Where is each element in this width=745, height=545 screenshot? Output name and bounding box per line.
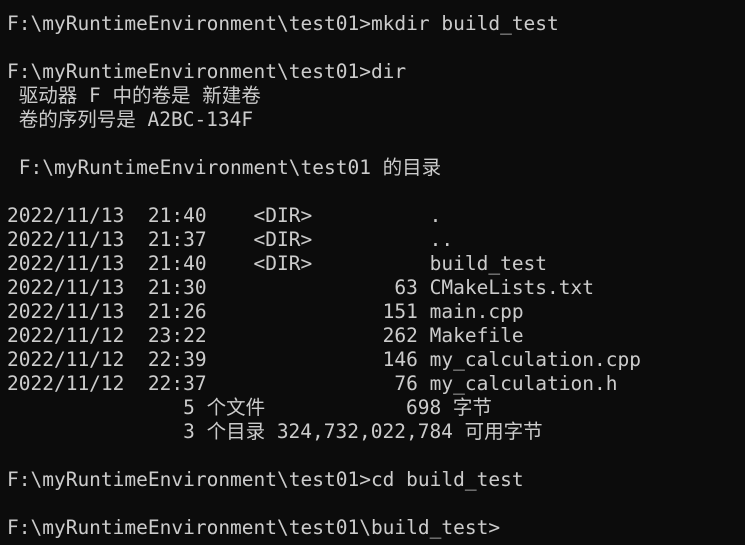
dir-listing-row: 2022/11/12 22:39 146 my_calculation.cpp xyxy=(7,348,641,371)
dir-listing-row: 2022/11/12 23:22 262 Makefile xyxy=(7,324,524,347)
command-line-cd: F:\myRuntimeEnvironment\test01>cd build_… xyxy=(7,468,524,491)
command-line-mkdir: F:\myRuntimeEnvironment\test01>mkdir bui… xyxy=(7,12,559,35)
current-prompt[interactable]: F:\myRuntimeEnvironment\test01\build_tes… xyxy=(7,516,745,540)
file-summary-line: 5 个文件 698 字节 xyxy=(7,396,492,419)
volume-serial-line: 卷的序列号是 A2BC-134F xyxy=(7,108,254,131)
terminal-window[interactable]: F:\myRuntimeEnvironment\test01>mkdir bui… xyxy=(0,0,745,545)
dir-listing-row: 2022/11/13 21:30 63 CMakeLists.txt xyxy=(7,276,594,299)
directory-header-line: F:\myRuntimeEnvironment\test01 的目录 xyxy=(7,156,442,179)
dir-summary-line: 3 个目录 324,732,022,784 可用字节 xyxy=(7,420,543,443)
dir-listing-row: 2022/11/13 21:40 <DIR> . xyxy=(7,204,442,227)
dir-listing-row: 2022/11/13 21:26 151 main.cpp xyxy=(7,300,524,323)
volume-label-line: 驱动器 F 中的卷是 新建卷 xyxy=(7,84,261,107)
dir-listing-row: 2022/11/12 22:37 76 my_calculation.h xyxy=(7,372,618,395)
command-line-dir: F:\myRuntimeEnvironment\test01>dir xyxy=(7,60,407,83)
dir-listing-row: 2022/11/13 21:37 <DIR> .. xyxy=(7,228,454,251)
dir-listing-row: 2022/11/13 21:40 <DIR> build_test xyxy=(7,252,548,275)
